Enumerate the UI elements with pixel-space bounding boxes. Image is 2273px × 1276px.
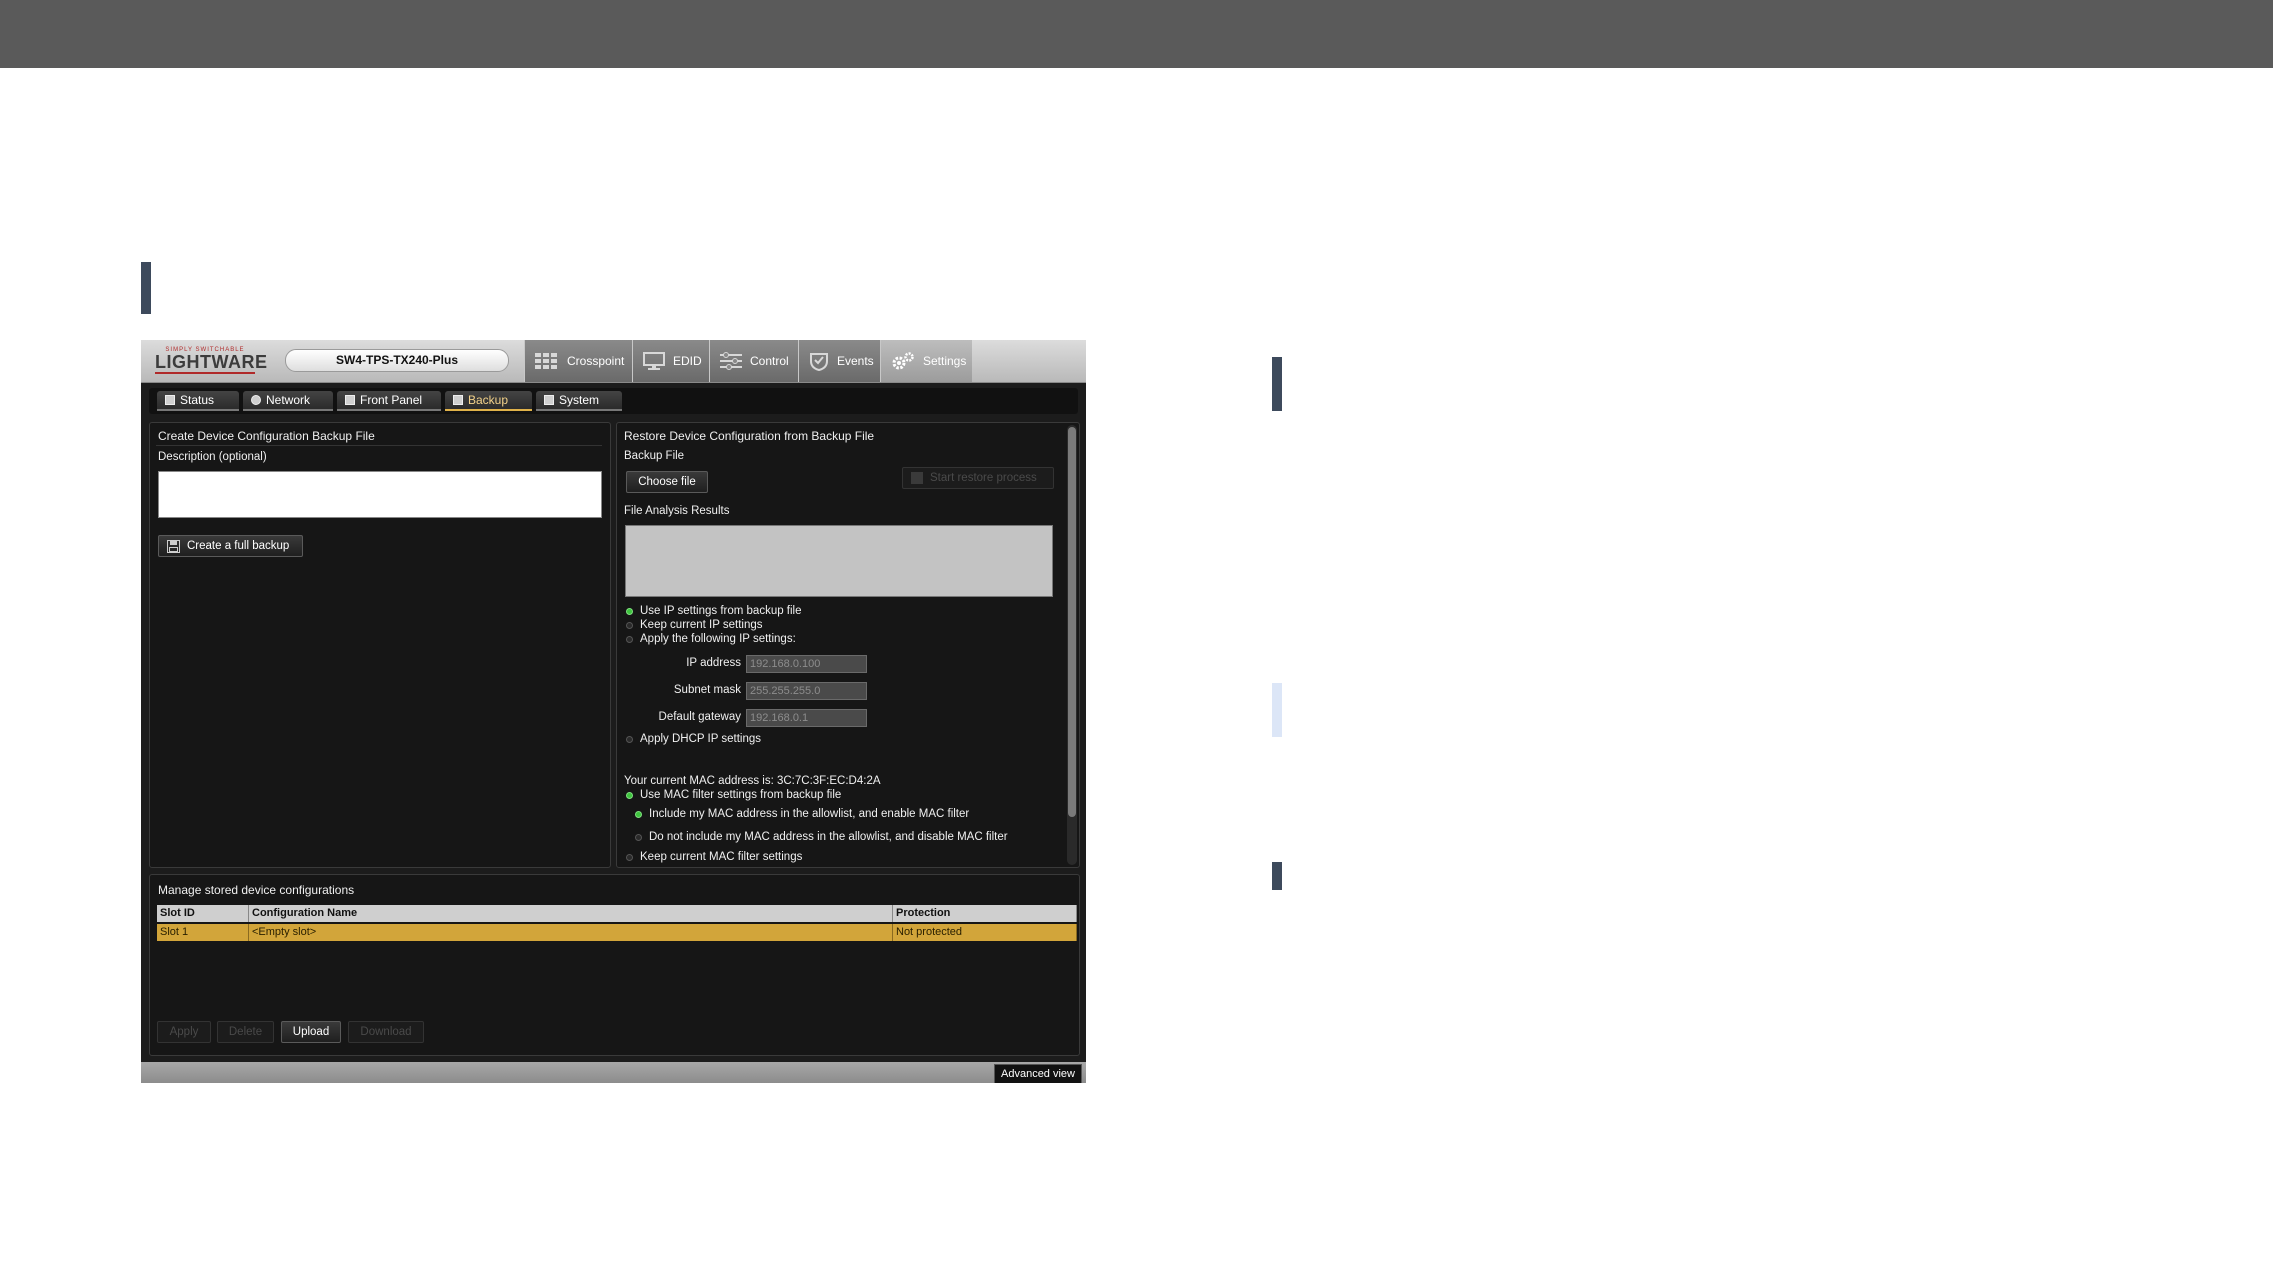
- choose-file-button[interactable]: Choose file: [626, 471, 708, 493]
- radio-indicator: [626, 735, 633, 743]
- tab-label: EDID: [673, 354, 702, 368]
- app-footer: Advanced view: [141, 1062, 1086, 1083]
- column-header-configuration-name: Configuration Name: [249, 905, 893, 922]
- upload-icon: [911, 472, 923, 484]
- description-input[interactable]: [158, 471, 602, 518]
- protection-cell: Not protected: [893, 924, 1077, 941]
- crosspoint-grid-icon: [535, 353, 557, 369]
- subtab-label: Status: [180, 393, 215, 407]
- tab-label: Settings: [923, 354, 967, 368]
- advanced-view-button[interactable]: Advanced view: [994, 1064, 1082, 1083]
- restore-panel-scrollbar[interactable]: [1067, 425, 1077, 865]
- default-gateway-input[interactable]: 192.168.0.1: [746, 709, 867, 727]
- subtab-network[interactable]: Network: [243, 391, 333, 411]
- restore-backup-panel: Restore Device Configuration from Backup…: [616, 422, 1080, 868]
- subnet-mask-input[interactable]: 255.255.255.0: [746, 682, 867, 700]
- events-icon: [810, 353, 828, 371]
- slot-id-cell: Slot 1: [157, 924, 249, 941]
- network-icon: [251, 395, 261, 405]
- settings-subtab-bar: Status Network Front Panel Backup System: [149, 388, 1078, 414]
- section-marker: [1272, 862, 1282, 890]
- subnet-mask-label: Subnet mask: [673, 684, 741, 696]
- tab-settings[interactable]: Settings: [880, 340, 972, 382]
- ip-address-label: IP address: [686, 657, 741, 669]
- radio-indicator: [626, 607, 633, 615]
- upload-button[interactable]: Upload: [281, 1021, 341, 1043]
- file-analysis-label: File Analysis Results: [624, 505, 730, 517]
- status-icon: [165, 395, 175, 405]
- subtab-label: System: [559, 393, 600, 407]
- section-marker-light: [1272, 683, 1282, 737]
- subtab-backup[interactable]: Backup: [445, 391, 532, 411]
- gears-icon: [892, 352, 914, 370]
- system-icon: [544, 395, 554, 405]
- backup-file-label: Backup File: [624, 450, 685, 462]
- section-marker: [1272, 357, 1282, 411]
- column-header-protection: Protection: [893, 905, 1077, 922]
- tab-label: Events: [837, 354, 874, 368]
- tab-label: Control: [750, 354, 789, 368]
- radio-exclude-mac-allowlist[interactable]: Do not include my MAC address in the all…: [635, 831, 1008, 843]
- download-button[interactable]: Download: [348, 1021, 424, 1043]
- tab-control[interactable]: Control: [709, 340, 798, 382]
- radio-apply-following-ip[interactable]: Apply the following IP settings:: [626, 633, 796, 645]
- radio-include-mac-allowlist[interactable]: Include my MAC address in the allowlist,…: [635, 808, 969, 820]
- radio-indicator: [626, 791, 633, 799]
- front-panel-icon: [345, 395, 355, 405]
- tab-events[interactable]: Events: [798, 340, 880, 382]
- create-full-backup-button[interactable]: Create a full backup: [158, 535, 303, 557]
- radio-indicator: [626, 635, 633, 643]
- lightware-device-controller-window: SIMPLY SWITCHABLE LIGHTWARE SW4-TPS-TX24…: [141, 340, 1086, 1083]
- sliders-icon: [720, 352, 742, 370]
- subtab-system[interactable]: System: [536, 391, 622, 411]
- mac-address-text: Your current MAC address is: 3C:7C:3F:EC…: [624, 775, 881, 787]
- radio-keep-current-ip[interactable]: Keep current IP settings: [626, 619, 763, 631]
- save-icon: [167, 539, 180, 553]
- radio-apply-dhcp[interactable]: Apply DHCP IP settings: [626, 733, 761, 745]
- delete-button[interactable]: Delete: [217, 1021, 274, 1043]
- tab-crosspoint[interactable]: Crosspoint: [524, 340, 632, 382]
- app-header: SIMPLY SWITCHABLE LIGHTWARE SW4-TPS-TX24…: [141, 340, 1086, 383]
- description-label: Description (optional): [158, 451, 267, 463]
- radio-indicator: [635, 833, 642, 841]
- manage-configurations-panel: Manage stored device configurations Slot…: [149, 874, 1080, 1056]
- radio-indicator: [626, 853, 633, 861]
- apply-button[interactable]: Apply: [157, 1021, 211, 1043]
- lightware-logo: SIMPLY SWITCHABLE LIGHTWARE: [155, 347, 268, 374]
- subtab-status[interactable]: Status: [157, 391, 239, 411]
- create-backup-panel: Create Device Configuration Backup File …: [149, 422, 611, 868]
- monitor-icon: [643, 352, 665, 370]
- radio-use-ip-from-backup[interactable]: Use IP settings from backup file: [626, 605, 802, 617]
- column-header-slot-id: Slot ID: [157, 905, 249, 922]
- panel-title: Manage stored device configurations: [158, 883, 355, 897]
- subtab-label: Front Panel: [360, 393, 423, 407]
- tab-label: Crosspoint: [567, 354, 625, 368]
- default-gateway-label: Default gateway: [658, 711, 741, 723]
- subtab-label: Backup: [468, 393, 509, 407]
- configuration-name-cell: <Empty slot>: [249, 924, 893, 941]
- radio-indicator: [626, 621, 633, 629]
- panel-title: Restore Device Configuration from Backup…: [624, 429, 875, 443]
- radio-indicator: [635, 810, 642, 818]
- start-restore-button[interactable]: Start restore process: [902, 467, 1054, 489]
- section-marker: [141, 262, 151, 314]
- ip-address-input[interactable]: 192.168.0.100: [746, 655, 867, 673]
- subtab-label: Network: [266, 393, 311, 407]
- backup-icon: [453, 395, 463, 405]
- device-name-label[interactable]: SW4-TPS-TX240-Plus: [285, 349, 509, 372]
- panel-title: Create Device Configuration Backup File: [158, 429, 375, 443]
- radio-keep-current-mac[interactable]: Keep current MAC filter settings: [626, 851, 802, 863]
- subtab-front-panel[interactable]: Front Panel: [337, 391, 441, 411]
- file-analysis-results-box: [625, 525, 1053, 597]
- tab-edid[interactable]: EDID: [632, 340, 709, 382]
- document-header-bar: [0, 0, 2273, 68]
- radio-use-mac-from-backup[interactable]: Use MAC filter settings from backup file: [626, 789, 841, 801]
